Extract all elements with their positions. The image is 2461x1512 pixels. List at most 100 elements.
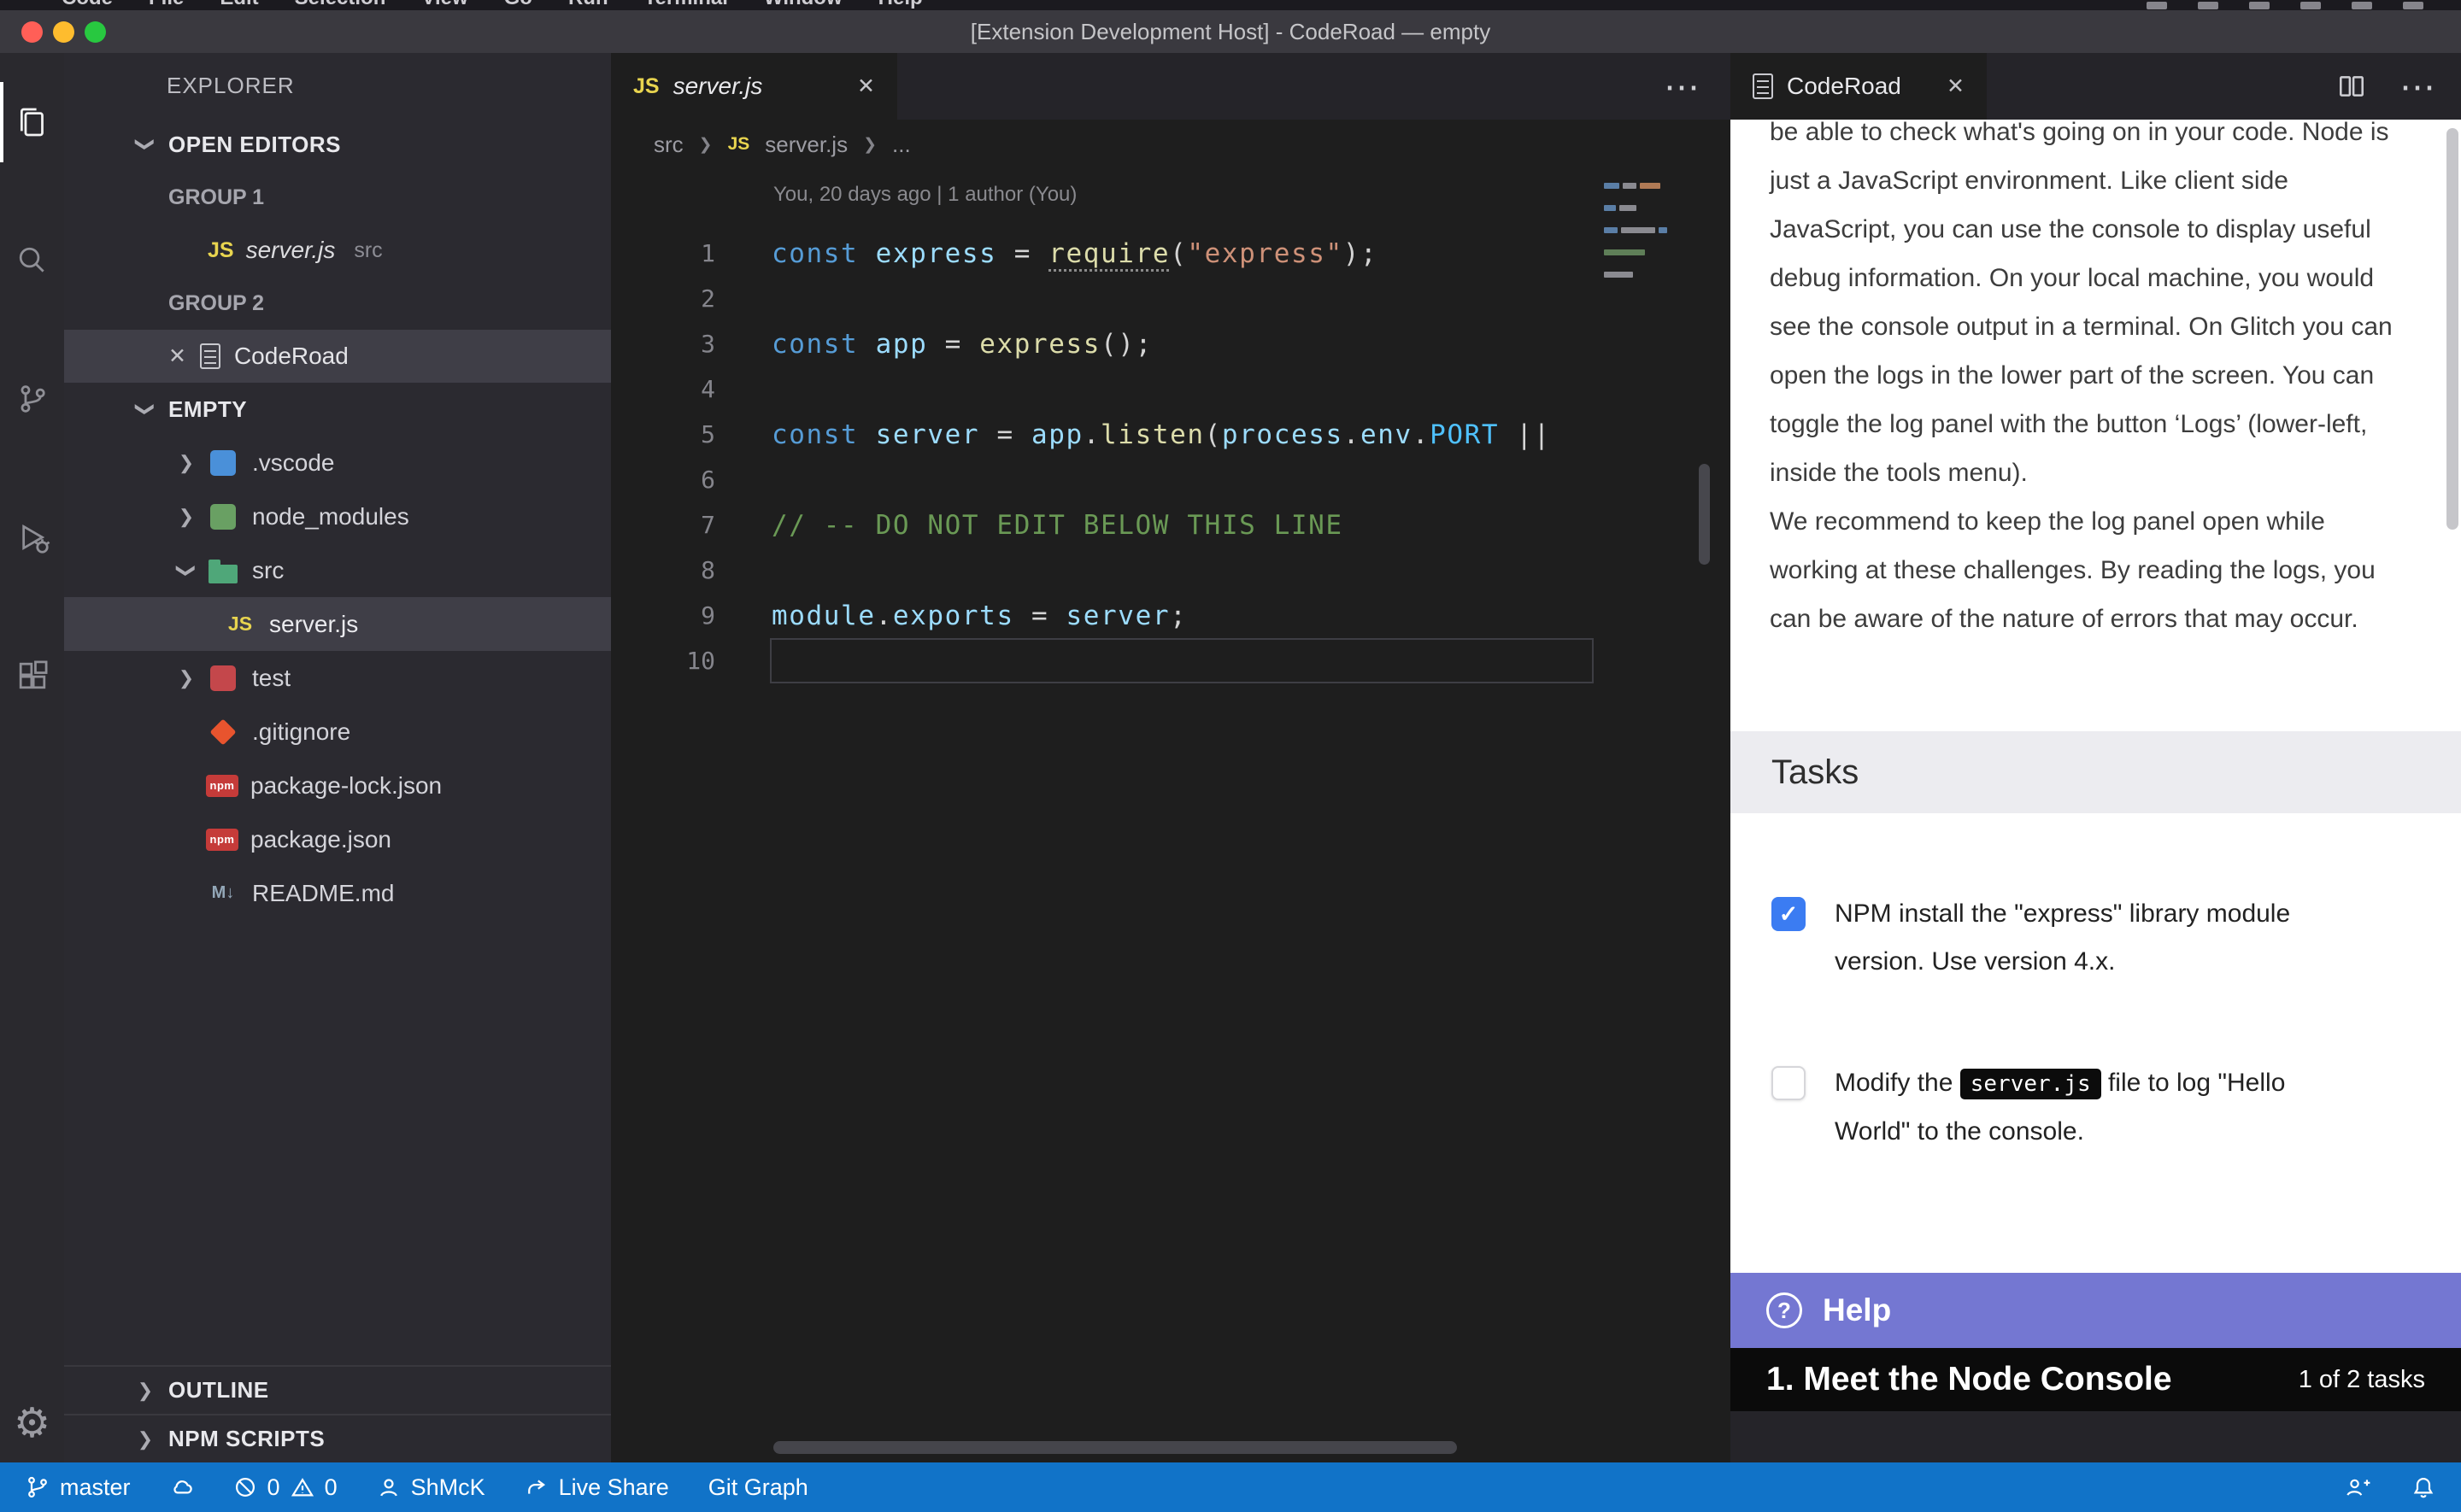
menu-item-selection[interactable]: Selection (295, 0, 386, 10)
lesson-progress-bar[interactable]: 1. Meet the Node Console 1 of 2 tasks (1730, 1348, 2461, 1411)
git-branch-indicator[interactable]: master (26, 1474, 131, 1501)
macos-menu-bar: Code File Edit Selection View Go Run Ter… (0, 0, 2461, 10)
code-line[interactable]: 2 (611, 276, 1730, 321)
line-number: 6 (611, 466, 715, 494)
menu-item-go[interactable]: Go (504, 0, 532, 10)
file-tree-item-.gitignore[interactable]: .gitignore (64, 705, 611, 759)
notifications-bell-icon[interactable] (2411, 1475, 2435, 1499)
chevron-right-icon: ❯ (167, 667, 206, 689)
activity-extensions-button[interactable] (0, 607, 64, 745)
sync-changes-button[interactable] (170, 1475, 194, 1499)
file-tree-item-test[interactable]: ❯test (64, 651, 611, 705)
file-name: node_modules (252, 503, 409, 530)
code-line[interactable]: 3const app = express(); (611, 321, 1730, 366)
code-line[interactable]: 8 (611, 548, 1730, 593)
npm-icon: npm (206, 829, 238, 851)
activity-explorer-button[interactable] (0, 53, 64, 191)
webview-scrollbar[interactable] (2446, 128, 2458, 530)
outline-section-header[interactable]: ❯ OUTLINE (64, 1365, 611, 1414)
npm-scripts-section-header[interactable]: ❯ NPM SCRIPTS (64, 1414, 611, 1462)
code-editor[interactable]: You, 20 days ago | 1 author (You) 1const… (611, 169, 1730, 1462)
file-tree-item-.vscode[interactable]: ❯.vscode (64, 436, 611, 489)
close-window-button[interactable] (21, 21, 43, 43)
chevron-down-icon: ❯ (134, 125, 156, 164)
code-line-content: const express = require("express"); (715, 238, 1377, 269)
activity-run-debug-button[interactable] (0, 468, 64, 607)
tab-server-js[interactable]: JS server.js ✕ (611, 53, 897, 120)
checkbox-checked[interactable]: ✓ (1771, 897, 1806, 931)
close-icon[interactable]: ✕ (1947, 73, 1965, 99)
chevron-right-icon: ❯ (126, 1428, 165, 1450)
breadcrumb[interactable]: src ❯ JS server.js ❯ ... (611, 120, 1730, 169)
gitlens-blame-annotation[interactable]: You, 20 days ago | 1 author (You) (773, 183, 1077, 207)
line-number: 3 (611, 330, 715, 358)
close-icon[interactable]: ✕ (168, 343, 186, 369)
activity-source-control-button[interactable] (0, 330, 64, 468)
file-tree-item-README.md[interactable]: M↓README.md (64, 866, 611, 920)
menu-item-window[interactable]: Window (764, 0, 843, 10)
file-tree-item-package.json[interactable]: npmpackage.json (64, 812, 611, 866)
settings-gear-icon[interactable]: ⚙ (0, 1399, 64, 1447)
git-graph-button[interactable]: Git Graph (708, 1474, 808, 1501)
editor-more-actions-button[interactable]: ⋯ (1664, 66, 1730, 108)
menubar-status-icon (2147, 2, 2167, 9)
live-share-button[interactable]: Live Share (525, 1474, 669, 1501)
split-editor-icon[interactable] (2336, 71, 2367, 102)
warning-icon (291, 1475, 314, 1499)
minimize-window-button[interactable] (53, 21, 74, 43)
file-tree-item-src[interactable]: ❯src (64, 543, 611, 597)
open-editor-coderoad[interactable]: ✕ CodeRoad (64, 330, 611, 383)
chevron-right-icon: ❯ (863, 135, 877, 155)
tutorial-text: be able to check what's going on in your… (1730, 120, 2439, 643)
minimap[interactable] (1597, 174, 1676, 286)
workspace-folder-header[interactable]: ❯ EMPTY (64, 383, 611, 436)
file-tree-item-node_modules[interactable]: ❯node_modules (64, 489, 611, 543)
code-line-content: const app = express(); (715, 329, 1153, 360)
open-editor-server-js[interactable]: JS server.js src (64, 224, 611, 277)
add-person-icon[interactable] (2345, 1475, 2370, 1499)
panel-tab-bar: CodeRoad ✕ ⋯ (1730, 53, 2461, 120)
activity-bar: ⚙ (0, 53, 64, 1462)
activity-search-button[interactable] (0, 191, 64, 330)
code-line[interactable]: 9module.exports = server; (611, 593, 1730, 638)
menu-item-terminal[interactable]: Terminal (644, 0, 728, 10)
code-line[interactable]: 5const server = app.listen(process.env.P… (611, 412, 1730, 457)
editor-tab-bar: JS server.js ✕ ⋯ (611, 53, 1730, 120)
breadcrumb-folder[interactable]: src (654, 132, 684, 158)
menu-item-help[interactable]: Help (878, 0, 923, 10)
line-number: 1 (611, 239, 715, 267)
code-line[interactable]: 4 (611, 366, 1730, 412)
menu-item-view[interactable]: View (421, 0, 467, 10)
code-lines: 1const express = require("express");23co… (611, 231, 1730, 683)
menubar-status-icon (2403, 2, 2423, 9)
close-icon[interactable]: ✕ (857, 73, 875, 99)
menu-item-run[interactable]: Run (568, 0, 608, 10)
code-line[interactable]: 6 (611, 457, 1730, 502)
lesson-title: 1. Meet the Node Console (1766, 1361, 2299, 1398)
editor-vertical-scrollbar[interactable] (1699, 464, 1710, 565)
open-editor-file-name: server.js (246, 237, 336, 264)
zoom-window-button[interactable] (85, 21, 106, 43)
help-bar[interactable]: ? Help (1730, 1273, 2461, 1348)
menu-item-edit[interactable]: Edit (220, 0, 258, 10)
file-tree-item-server.js[interactable]: JSserver.js (64, 597, 611, 651)
problems-indicator[interactable]: 0 0 (233, 1474, 338, 1501)
editor-group-1-label: GROUP 1 (64, 171, 611, 224)
menu-item-file[interactable]: File (149, 0, 184, 10)
live-share-account[interactable]: ShMcK (377, 1474, 485, 1501)
panel-more-actions-button[interactable]: ⋯ (2399, 66, 2437, 108)
breadcrumb-file[interactable]: server.js (765, 132, 848, 158)
code-line-content: const server = app.listen(process.env.PO… (715, 419, 1551, 450)
breadcrumb-symbol[interactable]: ... (892, 132, 911, 158)
checkbox-unchecked[interactable] (1771, 1066, 1806, 1100)
code-line[interactable]: 7// -- DO NOT EDIT BELOW THIS LINE (611, 502, 1730, 548)
open-editors-header[interactable]: ❯ OPEN EDITORS (64, 118, 611, 171)
tab-coderoad[interactable]: CodeRoad ✕ (1730, 53, 1987, 120)
editor-horizontal-scrollbar[interactable] (773, 1441, 1457, 1454)
code-line[interactable]: 10 (611, 638, 1730, 683)
task-count: 1 of 2 tasks (2299, 1366, 2425, 1394)
menu-item-code[interactable]: Code (62, 0, 113, 10)
code-line[interactable]: 1const express = require("express"); (611, 231, 1730, 276)
file-tree-item-package-lock.json[interactable]: npmpackage-lock.json (64, 759, 611, 812)
sidebar-title: EXPLORER (64, 53, 611, 118)
